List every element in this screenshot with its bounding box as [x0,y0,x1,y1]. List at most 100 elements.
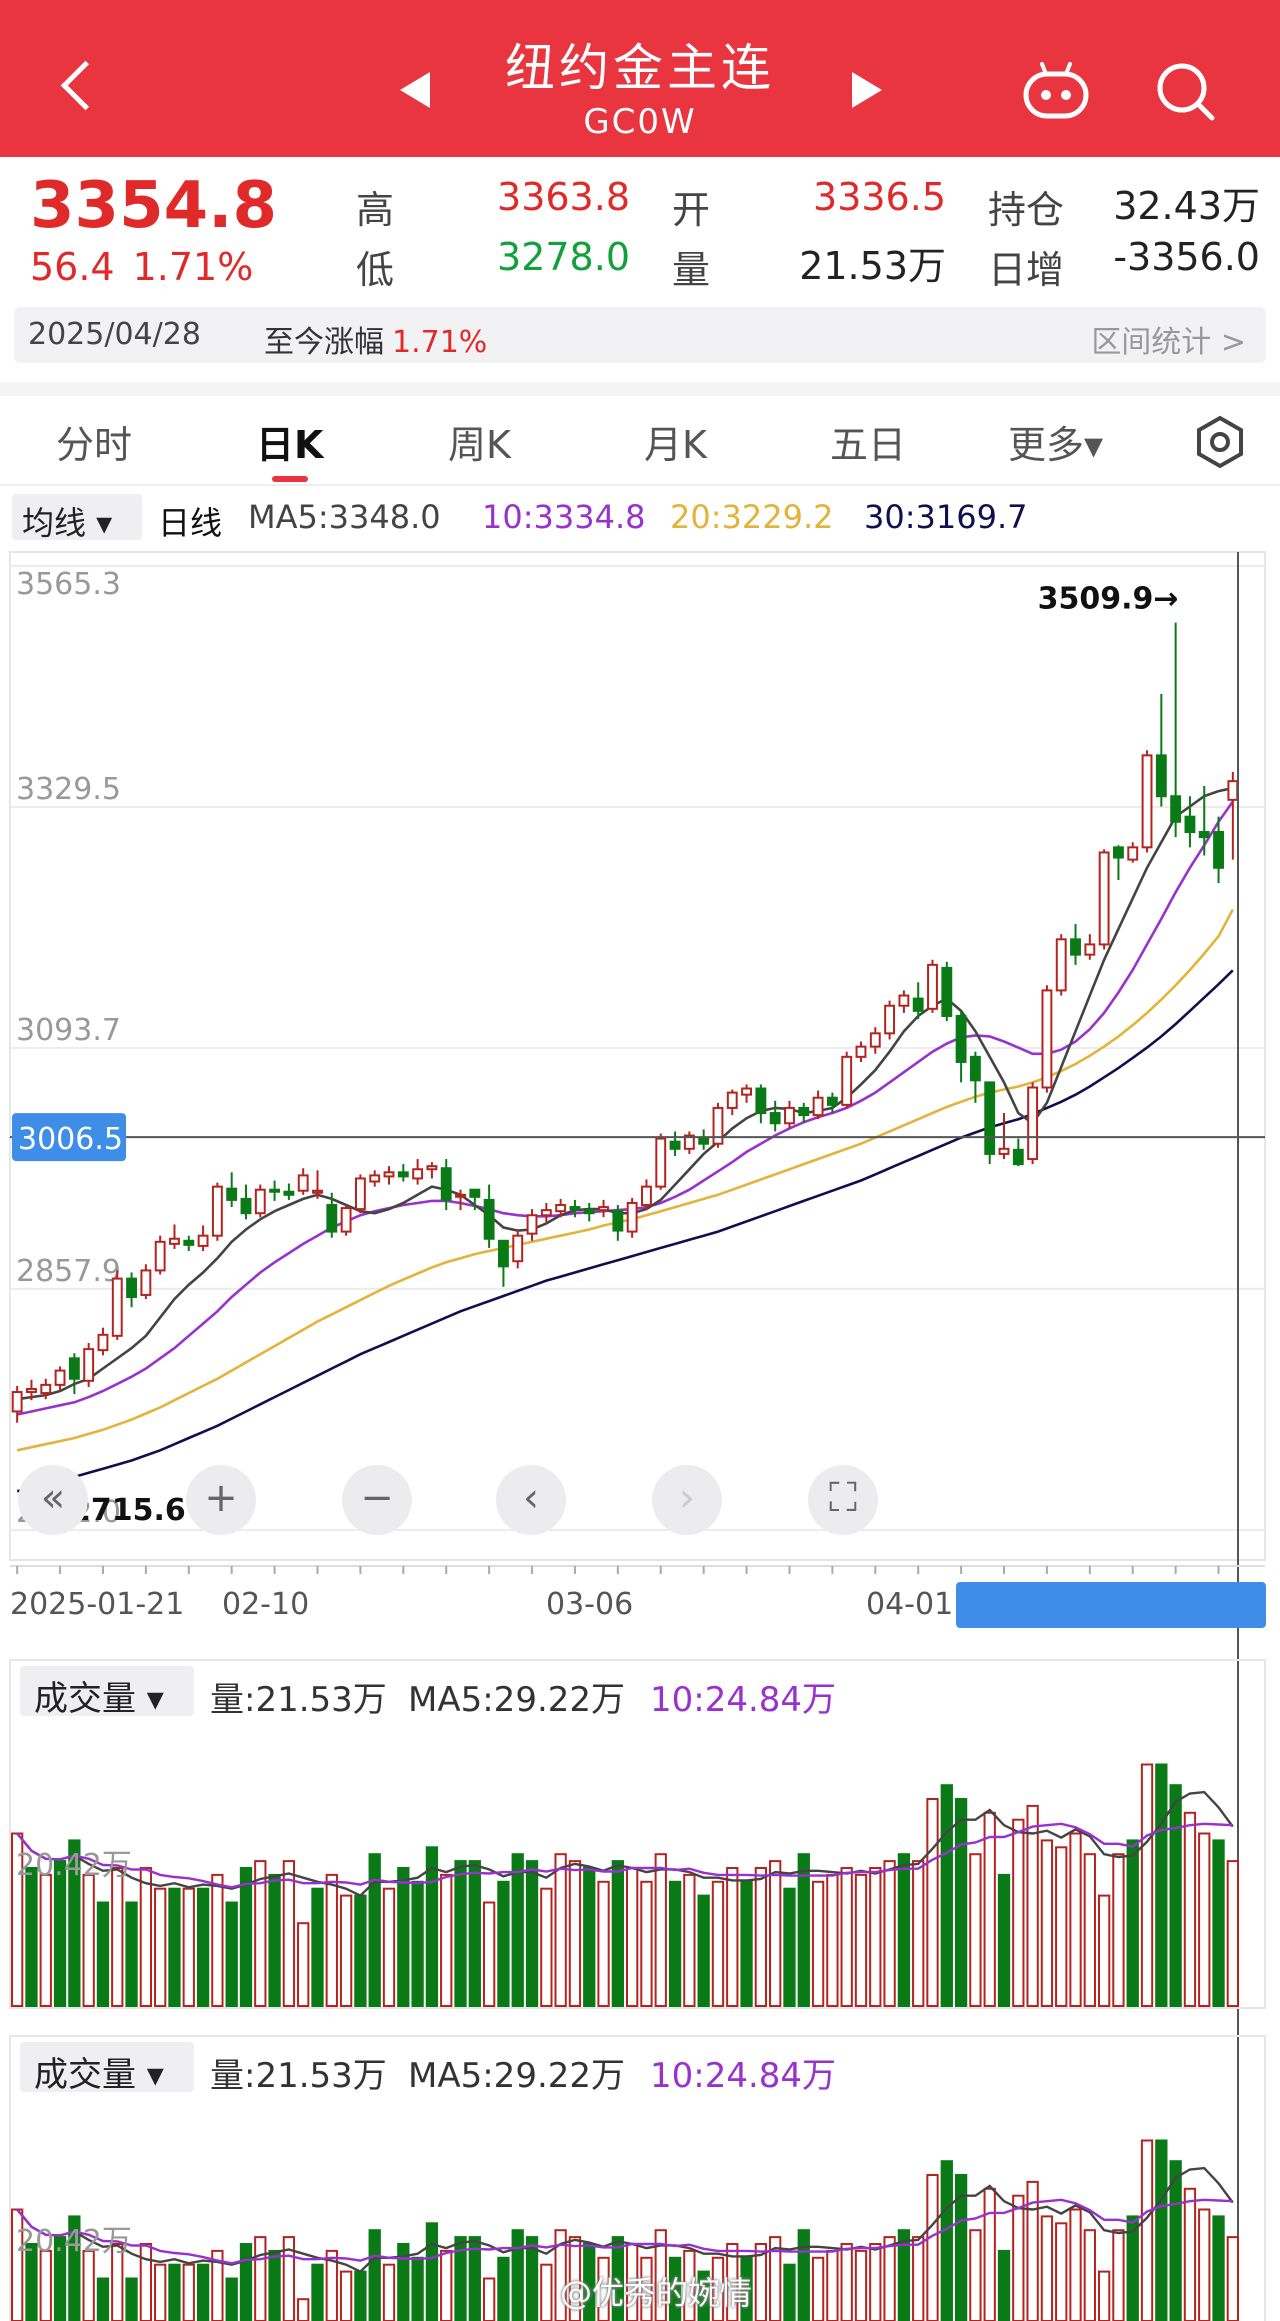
volume-bar-down [454,1860,467,2007]
volume-bar-up [39,1873,52,2008]
volume-bar-up [282,1860,296,2007]
volume-bar-down [25,1867,38,2007]
crosshair-date-badge [956,1582,1266,1628]
volume-bar-up [297,1922,310,2007]
tab-five-day[interactable]: 五日 [830,414,906,469]
volume-bar-up [82,2249,95,2321]
candle-up [1141,754,1153,849]
candle-up [741,1087,753,1096]
zoom-out-button[interactable]: − [342,1465,412,1535]
tab-intraday[interactable]: 分时 [56,414,132,469]
rewind-button[interactable]: « [18,1465,88,1535]
candle-up [841,1055,853,1106]
since-change: 至今涨幅 1.71% [264,317,487,361]
volume-bar-down [239,2243,253,2321]
candle-down [68,1357,80,1380]
open-value: 3336.5 [813,175,946,219]
x-tick-label: 03-06 [546,1587,633,1622]
tab-daily-k[interactable]: 日K [256,414,323,469]
open-interest-label: 持仓 [988,188,1065,232]
volume-bar-up [969,2229,982,2321]
search-icon[interactable] [1152,58,1218,124]
candle-up [426,1165,438,1171]
change-value: 56.4 [30,245,115,289]
scroll-right-button[interactable]: › [652,1465,722,1535]
volume-bar-up [811,2256,825,2321]
ma20-value: 20:3229.2 [670,498,834,536]
volume-bar-up [826,1873,839,2008]
x-tick-label: 02-10 [222,1587,309,1622]
candle-down [483,1198,495,1240]
indicator-selector[interactable]: 均线 ▾ [12,494,142,542]
candle-up [641,1185,652,1207]
volume-bar-up [926,2174,939,2321]
volume-bar-down [583,1867,596,2007]
open-interest-value: 32.43万 [1113,184,1260,228]
volume-bar-up [769,1860,782,2007]
volume-bar-up [1069,2208,1082,2321]
candle-up [598,1206,609,1212]
volume-bar-up [1083,2229,1096,2321]
next-contract-arrow-icon[interactable] [852,72,882,108]
high-label: 高 [356,188,395,232]
candle-up [712,1106,724,1145]
candle-up [655,1137,667,1188]
volume-bar-up [1097,1894,1111,2007]
candle-up [526,1214,538,1235]
volume-bar-down [1212,2215,1225,2321]
volume-bar-up [883,1860,896,2007]
volume-label: 量 [672,248,711,292]
volume-bar-up [1198,1832,1211,2007]
volume-ma5: MA5:29.22万 [408,2056,626,2096]
active-tab-indicator [272,476,308,482]
candle-down [984,1081,996,1155]
volume-axis-label: 20.42万 [16,2224,132,2259]
volume-bar-down [1169,1784,1182,2007]
volume-bar-down [268,1873,281,2008]
volume-bar-down [311,1887,324,2007]
volume-indicator-selector[interactable]: 成交量 ▾ [20,2042,194,2095]
volume-bar-up [1140,1763,1154,2007]
candle-up [812,1096,824,1117]
volume-bar-up [912,2236,925,2321]
volume-bar-up [1097,2270,1111,2321]
volume-bar-up [339,2270,353,2321]
price-change: 56.4 1.71% [30,245,271,289]
volume-bar-down [368,1853,381,2007]
volume-bar-up [683,1873,696,2008]
robot-assistant-icon[interactable] [1020,60,1092,120]
volume-bar-up [1183,2187,1197,2321]
zoom-in-button[interactable]: + [186,1465,256,1535]
candle-down [669,1140,681,1150]
candle-up [1055,938,1067,992]
y-tick-label: 3565.3 [16,567,121,602]
candle-up [97,1333,109,1352]
candle-up [383,1171,395,1178]
settings-hexagon-icon[interactable] [1192,414,1248,470]
volume-bar-down [96,1901,110,2007]
tab-monthly-k[interactable]: 月K [644,414,707,469]
volume-bar-down [268,2249,281,2321]
candle-up [340,1207,352,1233]
volume-bar-down [668,1880,682,2008]
volume-indicator-selector[interactable]: 成交量 ▾ [20,1666,194,1719]
volume-bar-down [468,1860,481,2007]
volume-bar-down [940,2160,953,2321]
candle-up [898,994,910,1007]
tab-more[interactable]: 更多▾ [1008,414,1103,469]
fullscreen-button[interactable]: ⛶ [808,1465,878,1535]
volume-bar-down [1126,1839,1139,2008]
volume-bar-up [912,1860,925,2007]
volume-bar-down [196,2263,210,2321]
candle-down [583,1209,595,1215]
volume-bar-up [382,1887,396,2007]
scroll-left-button[interactable]: ‹ [496,1465,566,1535]
candle-down [283,1190,295,1196]
volume-bar-up [139,2243,153,2321]
y-tick-label: 3329.5 [16,772,121,807]
volume-bar-up [969,1853,982,2007]
range-stats-link[interactable]: 区间统计 > [1091,317,1246,361]
tab-weekly-k[interactable]: 周K [448,414,511,469]
last-price: 3354.8 [30,169,277,243]
volume-bar-up [983,2187,996,2321]
